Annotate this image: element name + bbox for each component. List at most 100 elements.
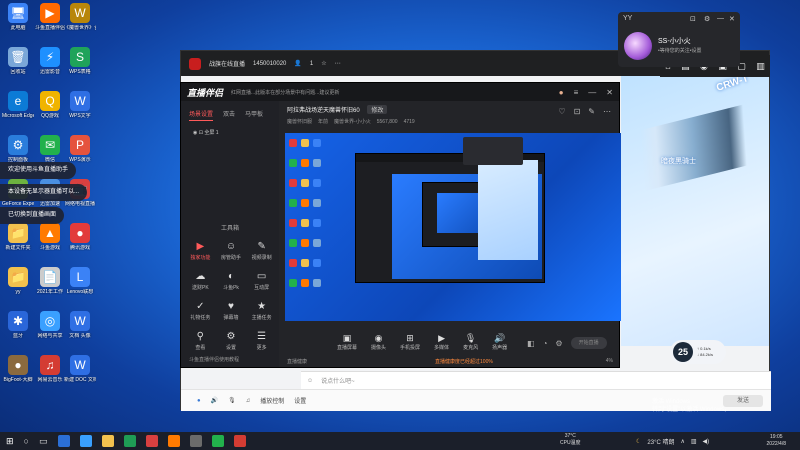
desktop-icon[interactable]: W 《魔兽世界》合集 xyxy=(64,3,96,31)
cpu-temp-widget[interactable]: 37°C CPU温度 xyxy=(560,433,581,447)
settings-label[interactable]: 设置 xyxy=(294,396,306,405)
toast-welcome[interactable]: 欢迎使用斗鱼直播助手 xyxy=(0,162,77,179)
settings-icon[interactable]: ⚙ xyxy=(555,339,562,348)
desktop-icon[interactable]: W 文档 头像 xyxy=(64,311,96,339)
profile-popup[interactable]: YY ⊡ ⚙ — ✕ SS-小小火 •等待您的关注•设置 xyxy=(618,12,740,67)
desktop-icon[interactable]: L Lenovo联想 xyxy=(64,267,96,295)
desktop-icon[interactable]: 📁 yy xyxy=(2,267,34,295)
taskbar-app-icon[interactable] xyxy=(233,435,246,447)
desktop-icon[interactable]: e Microsoft Edge xyxy=(2,91,34,119)
edit-icon[interactable]: ✎ xyxy=(588,107,595,116)
desktop-icon[interactable]: ♫ 网易云音乐 xyxy=(34,355,66,383)
tutorial-link[interactable]: 斗鱼直播伴侣使用教程 xyxy=(189,356,239,363)
avatar[interactable] xyxy=(624,32,652,60)
lock-icon[interactable]: ⊡ xyxy=(199,130,203,136)
tool-item[interactable]: ☺ 房管助手 xyxy=(216,241,247,261)
start-icon[interactable]: ⊞ xyxy=(6,436,14,447)
playback-label[interactable]: 播放控制 xyxy=(260,396,284,405)
start-live-button[interactable]: 开始直播 xyxy=(570,337,607,349)
taskbar-weather[interactable]: 23°C 晴朗 xyxy=(647,437,674,446)
layout-icon[interactable]: ◧ xyxy=(527,339,535,348)
desktop-icon[interactable]: ● BigFoot-大脚 xyxy=(2,355,34,383)
tab-double[interactable]: 双击 xyxy=(223,109,235,121)
tool-item[interactable]: ◐ 斗鱼Pk xyxy=(216,271,247,291)
desktop-icon[interactable]: 📁 新建文件夹 xyxy=(2,223,34,251)
toast-device[interactable]: 本设备无显示器直播可以... xyxy=(0,184,88,201)
edit-title-button[interactable]: 修改 xyxy=(367,105,388,114)
tool-item[interactable]: ★ 主播任务 xyxy=(246,301,277,321)
desktop-icon[interactable]: ⚡ 迅雷影音 xyxy=(34,47,66,75)
taskbar-app-icon[interactable] xyxy=(57,435,70,447)
toast-switch[interactable]: 已切换到直播画面 xyxy=(0,207,65,224)
tool-item[interactable]: ▭ 互动屏 xyxy=(246,271,277,291)
tab-vest[interactable]: 马甲板 xyxy=(245,109,263,121)
taskbar-app-icon[interactable] xyxy=(79,435,92,447)
share-icon[interactable]: ⊡ xyxy=(574,107,581,116)
source-control[interactable]: ◉ 摄像头 xyxy=(371,333,386,351)
desktop-icon[interactable]: S WPS表格 xyxy=(64,47,96,75)
music-icon[interactable]: ♫ xyxy=(246,398,251,404)
taskbar-app-icon[interactable] xyxy=(167,435,180,447)
tray-up-icon[interactable]: ∧ xyxy=(680,438,684,445)
volume-icon[interactable]: ◀) xyxy=(703,438,710,445)
desktop-icon[interactable]: Q QQ游戏 xyxy=(34,91,66,119)
scene-item[interactable]: ◉ ⊡ 全屏 1 xyxy=(181,121,279,136)
close-icon[interactable]: ✕ xyxy=(606,88,613,97)
tool-item[interactable]: ✎ 视频录制 xyxy=(246,241,277,261)
mic-icon[interactable]: 🎙 xyxy=(228,397,236,404)
desktop-icon[interactable]: 🖥 此电脑 xyxy=(2,3,34,31)
desktop-icon[interactable]: ✱ 蓝牙 xyxy=(2,311,34,339)
taskbar-app-icon[interactable] xyxy=(101,435,114,447)
desktop-icon[interactable]: ▶ 斗鱼直播伴侣 xyxy=(34,3,66,31)
grid-icon[interactable]: ▥ xyxy=(756,61,765,72)
stream-preview[interactable] xyxy=(285,133,621,321)
tool-item[interactable]: ☰ 更多 xyxy=(246,331,277,351)
taskbar-app-icon[interactable] xyxy=(211,435,224,447)
more-icon[interactable]: ⋯ xyxy=(603,107,611,116)
source-control[interactable]: ▶ 多媒体 xyxy=(434,333,449,351)
volume-icon[interactable]: 🔊 xyxy=(211,397,218,404)
network-speed-widget[interactable]: 25 ↑ 0.1k/s ↓ 84.2k/s xyxy=(670,340,726,364)
tool-item[interactable]: ☁ 送财PK xyxy=(185,271,216,291)
taskbar-app-icon[interactable] xyxy=(189,435,202,447)
more-icon[interactable]: ⋯ xyxy=(335,60,341,67)
desktop-icon[interactable]: ● 腾讯游戏 xyxy=(64,223,96,251)
desktop-icon[interactable]: P WPS演示 xyxy=(64,135,96,163)
minimize-icon[interactable]: — xyxy=(588,88,596,97)
favorite-icon[interactable]: ♡ xyxy=(558,107,565,116)
source-control[interactable]: 🔊 扬声器 xyxy=(492,333,507,351)
desktop-icon[interactable]: ⚙ 控制面板 xyxy=(2,135,34,163)
system-clock[interactable]: 19:05 2022/4/8 xyxy=(767,434,786,448)
emoji-icon[interactable]: ☺ xyxy=(307,378,313,384)
desktop-icon[interactable]: 📄 2021年工作 xyxy=(34,267,66,295)
task-view-icon[interactable]: ▭ xyxy=(39,436,48,447)
tool-item[interactable]: ⚙ 设置 xyxy=(216,331,247,351)
tool-item[interactable]: ⚲ 查看 xyxy=(185,331,216,351)
taskbar-app-icon[interactable] xyxy=(123,435,136,447)
desktop-icon[interactable]: W WPS文字 xyxy=(64,91,96,119)
taskbar-app-icon[interactable] xyxy=(145,435,158,447)
pin-icon[interactable]: ⊡ xyxy=(690,15,696,23)
chat-placeholder[interactable]: 说点什么吧~ xyxy=(321,376,355,385)
timer-icon[interactable]: ◔ xyxy=(543,339,548,348)
desktop-icon[interactable]: ▲ 斗鱼游戏 xyxy=(34,223,66,251)
desktop-icon[interactable]: ◎ 网络与共享 xyxy=(34,311,66,339)
source-control[interactable]: 🎙 麦克风 xyxy=(463,333,478,351)
search-icon[interactable]: ○ xyxy=(24,436,29,446)
tool-item[interactable]: ✓ 礼物任务 xyxy=(185,301,216,321)
minimize-icon[interactable]: — xyxy=(717,15,724,22)
desktop-icon[interactable]: ✉ 微信 xyxy=(34,135,66,163)
weather-icon[interactable]: ☾ xyxy=(636,438,641,445)
tool-item[interactable]: ♥ 弹幕墙 xyxy=(216,301,247,321)
tool-item[interactable]: ▶ 独家功能 xyxy=(185,241,216,261)
desktop-icon[interactable]: 🗑 回收站 xyxy=(2,47,34,75)
chat-input-bar[interactable]: ☺ 说点什么吧~ xyxy=(301,371,771,389)
user-avatar-icon[interactable]: ● xyxy=(559,88,564,97)
star-icon[interactable]: ☆ xyxy=(321,60,326,67)
desktop-icon[interactable]: W 新建 DOC 文档 xyxy=(64,355,96,383)
menu-icon[interactable]: ≡ xyxy=(574,88,579,97)
source-control[interactable]: ⊞ 手机投屏 xyxy=(400,333,420,351)
tab-scene[interactable]: 场景设置 xyxy=(189,109,214,121)
network-icon[interactable]: ▥ xyxy=(691,438,697,445)
eye-icon[interactable]: ◉ xyxy=(193,130,197,136)
